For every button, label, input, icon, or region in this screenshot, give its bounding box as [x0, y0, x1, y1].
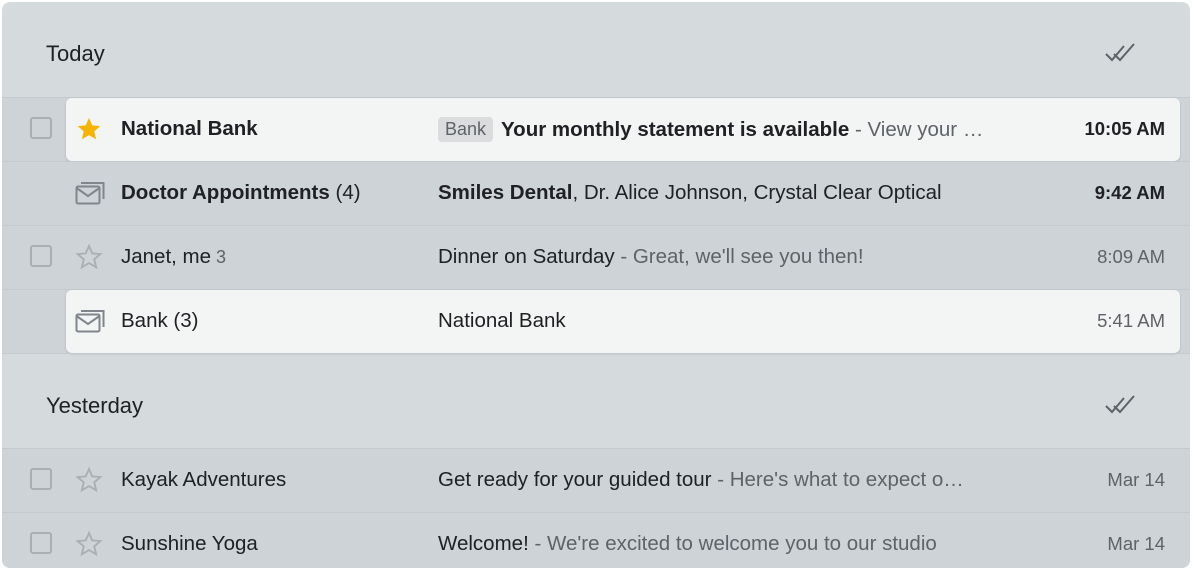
- sender-name: Doctor Appointments (4): [121, 181, 361, 205]
- sender-text: National Bank: [121, 117, 258, 140]
- section-title: Yesterday: [46, 393, 144, 418]
- timestamp: 10:05 AM: [1084, 118, 1165, 139]
- sender-name: Bank (3): [121, 309, 198, 333]
- subject-text: Dinner on Saturday: [438, 245, 615, 268]
- sender-text: Janet, me: [121, 245, 212, 268]
- thread-count: 3: [211, 247, 227, 267]
- snippet-text: - Here's what to expect o…: [711, 468, 964, 491]
- email-row[interactable]: Sunshine Yoga Welcome! - We're excited t…: [2, 512, 1190, 568]
- sender-text: Doctor Appointments: [121, 181, 330, 204]
- timestamp: Mar 14: [1107, 533, 1165, 554]
- subject-line: Bank Your monthly statement is available …: [438, 117, 1018, 142]
- snippet-text: - Great, we'll see you then!: [614, 245, 864, 268]
- envelope-stack-icon: [75, 182, 105, 205]
- sender-text: Sunshine Yoga: [121, 532, 258, 555]
- timestamp: Mar 14: [1107, 469, 1165, 490]
- envelope-stack-icon: [75, 310, 105, 333]
- star-outline-icon[interactable]: [75, 466, 103, 494]
- snippet-text: - View your …: [849, 118, 984, 141]
- sender-text: Kayak Adventures: [121, 468, 287, 491]
- bundle-row[interactable]: Doctor Appointments (4) Smiles Dental, D…: [2, 161, 1190, 225]
- subject-line: Smiles Dental, Dr. Alice Johnson, Crysta…: [438, 181, 1018, 205]
- section-title: Today: [46, 41, 105, 66]
- section-header-today: Today: [2, 2, 1190, 97]
- subject-line: Welcome! - We're excited to welcome you …: [438, 532, 1018, 556]
- inbox-panel: Today National Bank Bank Your monthly sta…: [2, 2, 1190, 568]
- sender-name: National Bank: [121, 117, 258, 141]
- sender-name: Janet, me 3: [121, 245, 226, 269]
- double-check-icon[interactable]: [1104, 38, 1138, 66]
- snippet-text: , Dr. Alice Johnson, Crystal Clear Optic…: [572, 181, 942, 204]
- star-outline-icon[interactable]: [75, 243, 103, 271]
- row-checkbox[interactable]: [30, 468, 52, 490]
- sender-name: Sunshine Yoga: [121, 532, 258, 556]
- row-checkbox[interactable]: [30, 245, 52, 267]
- star-outline-icon[interactable]: [75, 530, 103, 558]
- subject-text: National Bank: [438, 309, 566, 332]
- snippet-text: - We're excited to welcome you to our st…: [528, 532, 937, 555]
- subject-text: Get ready for your guided tour: [438, 468, 712, 491]
- email-row[interactable]: Janet, me 3 Dinner on Saturday - Great, …: [2, 225, 1190, 289]
- timestamp: 5:41 AM: [1097, 310, 1165, 331]
- double-check-icon[interactable]: [1104, 390, 1138, 418]
- thread-count: (4): [329, 181, 361, 204]
- section-header-yesterday: Yesterday: [2, 353, 1190, 448]
- subject-text: Smiles Dental: [438, 181, 573, 204]
- bundle-row[interactable]: Bank (3) National Bank 5:41 AM: [2, 289, 1190, 353]
- email-row[interactable]: Kayak Adventures Get ready for your guid…: [2, 448, 1190, 512]
- label-chip[interactable]: Bank: [438, 117, 494, 142]
- sender-name: Kayak Adventures: [121, 468, 286, 492]
- subject-text: Your monthly statement is available: [501, 118, 850, 141]
- email-row[interactable]: National Bank Bank Your monthly statement…: [2, 97, 1190, 161]
- subject-line: National Bank: [438, 309, 1018, 333]
- timestamp: 9:42 AM: [1094, 182, 1165, 203]
- sender-text: Bank (3): [121, 309, 199, 332]
- subject-line: Dinner on Saturday - Great, we'll see yo…: [438, 245, 1018, 269]
- star-filled-icon[interactable]: [75, 115, 103, 143]
- row-checkbox[interactable]: [30, 117, 52, 139]
- subject-line: Get ready for your guided tour - Here's …: [438, 468, 1018, 492]
- timestamp: 8:09 AM: [1097, 246, 1165, 267]
- row-checkbox[interactable]: [30, 532, 52, 554]
- subject-text: Welcome!: [438, 532, 529, 555]
